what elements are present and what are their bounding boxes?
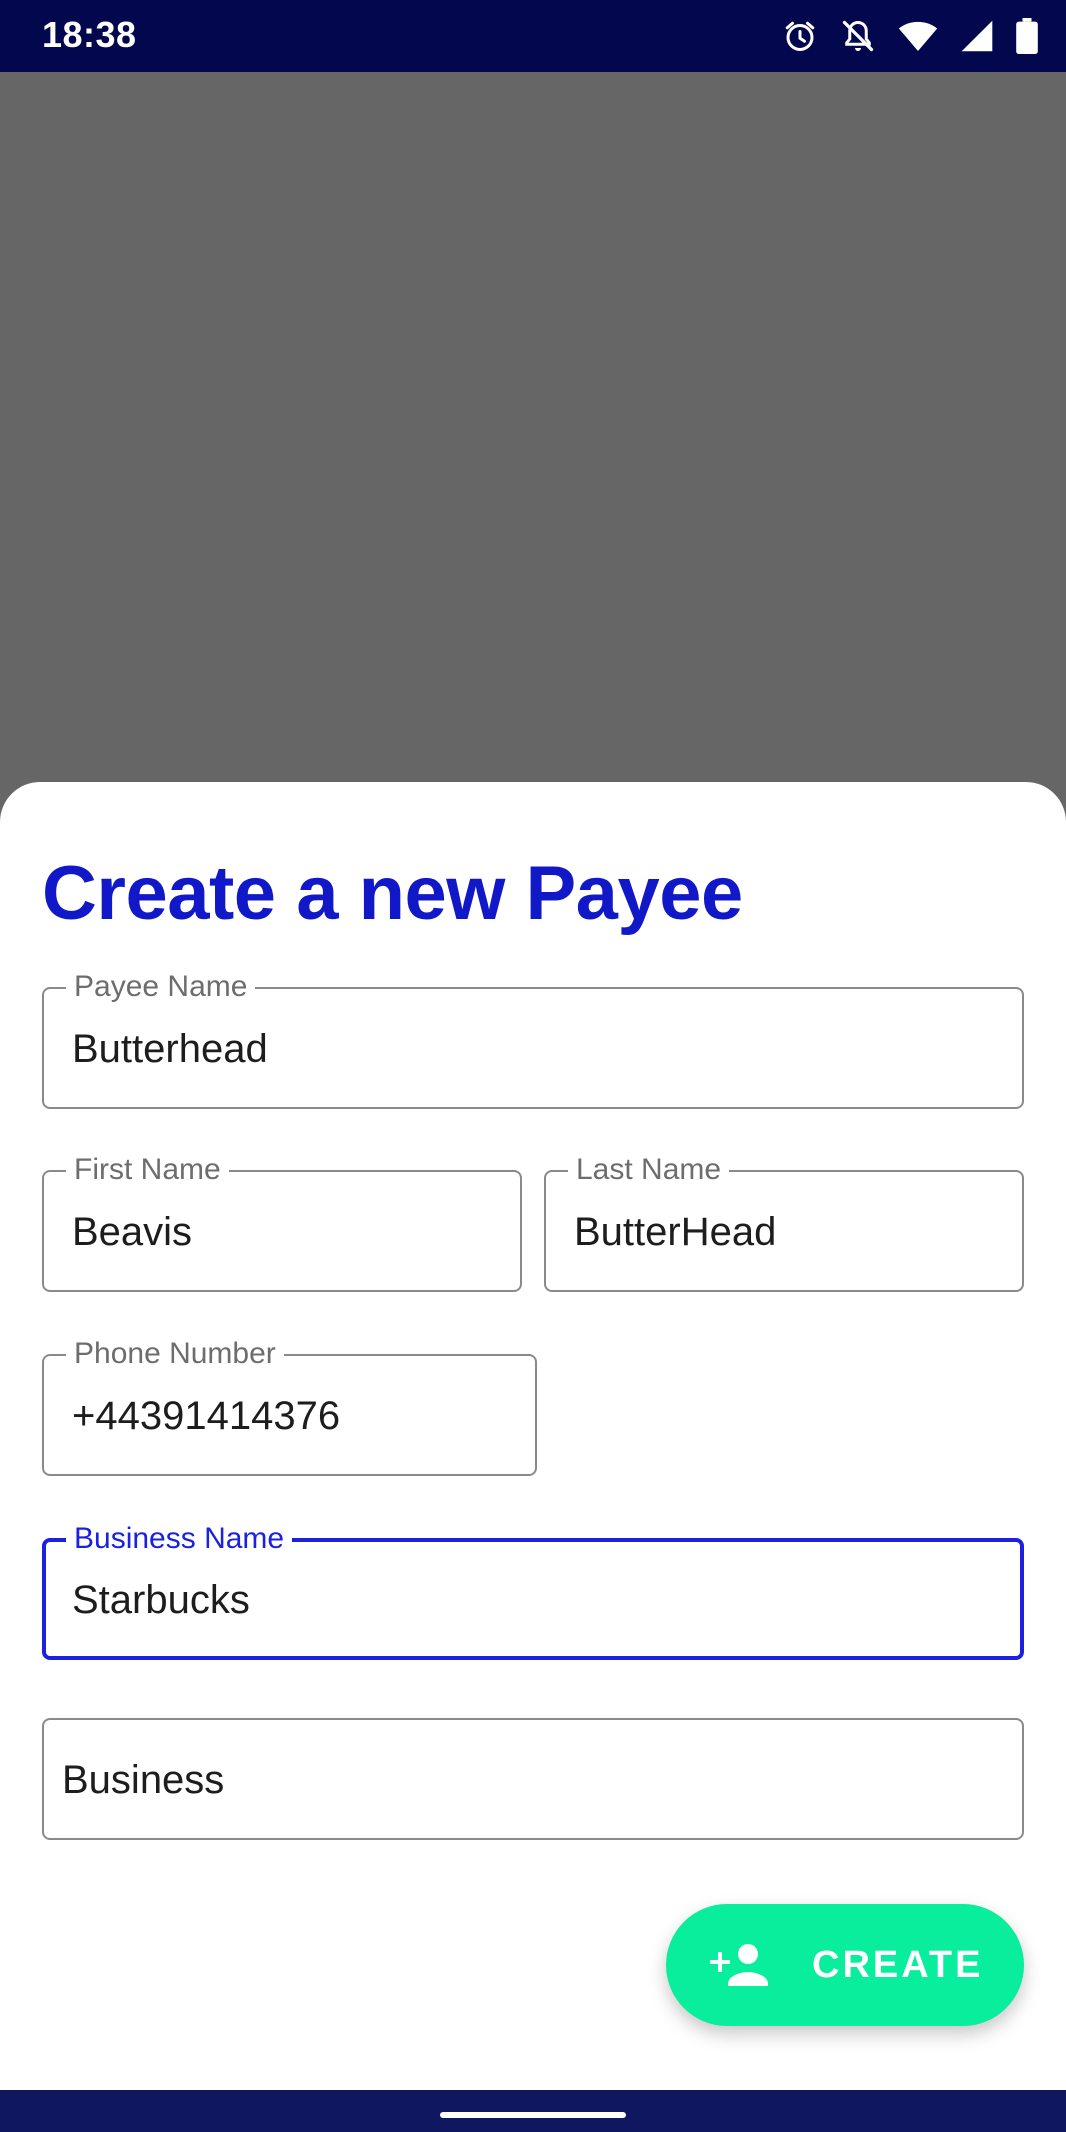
navigation-bar <box>0 2090 1066 2132</box>
first-name-label: First Name <box>66 1153 229 1187</box>
payee-type-value: Business <box>62 1758 225 1802</box>
last-name-field[interactable]: Last Name ButterHead <box>544 1153 1024 1292</box>
business-name-value: Starbucks <box>72 1578 250 1622</box>
notifications-off-icon <box>840 18 876 54</box>
status-time: 18:38 <box>42 14 137 55</box>
alarm-icon <box>782 18 818 54</box>
business-name-field[interactable]: Business Name Starbucks <box>42 1522 1024 1660</box>
battery-icon <box>1016 18 1038 54</box>
last-name-label: Last Name <box>568 1153 730 1187</box>
sheet-title: Create a new Payee <box>42 851 743 936</box>
create-button[interactable]: CREATE <box>666 1904 1024 2026</box>
phone-number-value: +44391414376 <box>72 1394 341 1438</box>
create-payee-sheet: Create a new Payee Payee Name Butterhead… <box>0 782 1066 2090</box>
payee-name-value: Butterhead <box>72 1027 268 1071</box>
status-bar: 18:38 <box>0 0 1066 72</box>
payee-name-label: Payee Name <box>66 970 256 1004</box>
first-name-field[interactable]: First Name Beavis <box>42 1153 522 1292</box>
phone-number-label: Phone Number <box>66 1337 284 1371</box>
wifi-icon <box>898 19 938 53</box>
person-add-icon <box>708 1942 768 1991</box>
last-name-value: ButterHead <box>574 1210 777 1254</box>
create-button-label: CREATE <box>812 1944 984 1986</box>
payee-name-field[interactable]: Payee Name Butterhead <box>42 970 1024 1109</box>
business-name-label: Business Name <box>66 1522 293 1556</box>
modal-scrim[interactable] <box>0 72 1066 782</box>
phone-number-field[interactable]: Phone Number +44391414376 <box>42 1337 537 1476</box>
cellular-signal-icon <box>960 19 994 53</box>
home-gesture-handle[interactable] <box>440 2112 626 2118</box>
payee-type-select[interactable]: Business <box>42 1718 1024 1840</box>
status-icons <box>782 16 1038 56</box>
first-name-value: Beavis <box>72 1210 193 1254</box>
